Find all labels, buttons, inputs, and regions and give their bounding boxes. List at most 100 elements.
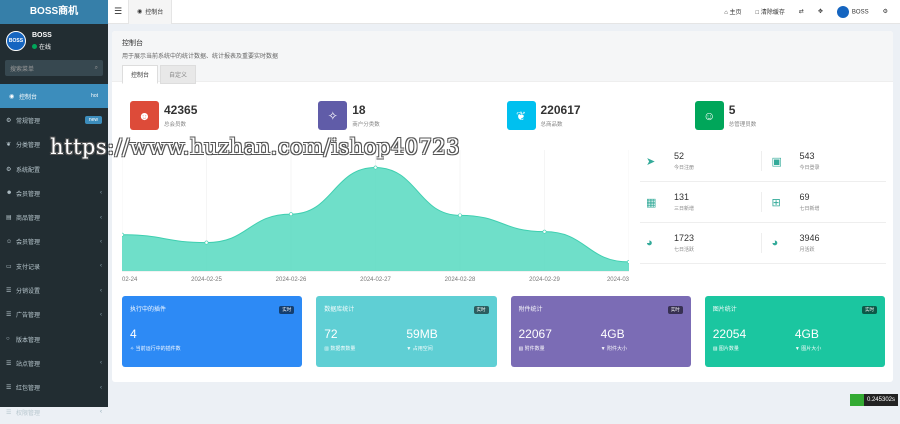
sidebar-item[interactable]: ○ 版本管理 [0, 327, 108, 351]
mini-value: 69 [799, 192, 810, 202]
card-title: 执行中的插件 [130, 307, 167, 313]
rocket-icon: ➤ [646, 155, 656, 168]
sidebar-item-label: 版本管理 [16, 337, 41, 344]
logo-icon [849, 394, 864, 406]
list-icon: ☰ [6, 385, 12, 392]
chevron-left-icon: ‹ [100, 384, 102, 391]
topbar: ☰ ◉ 控制台 ⌂ 主页 □ 清除缓存 ⇄ ✥ BOSS ⚙ [108, 0, 900, 24]
mini-value: 52 [674, 151, 685, 161]
sidebar-item[interactable]: ☻ 会员管理 ‹ [0, 181, 108, 205]
sidebar-item-label: 站点管理 [16, 361, 41, 368]
card-value: 4GB [600, 327, 625, 341]
page-subtitle: 用于展示当前系统中的统计数据、统计报表及重要实时数据 [122, 54, 279, 60]
mini-row: ◕ 1723 七日活跃 ◕ 3946 月活跃 [640, 223, 886, 264]
chevron-left-icon: ‹ [100, 238, 102, 245]
user-status: 在线 [32, 42, 52, 51]
sidebar-item[interactable]: ⚙ 系统配置 [0, 157, 108, 181]
main-panel: 控制台 用于展示当前系统中的统计数据、统计报表及重要实时数据 控制台 自定义 ☻… [112, 31, 893, 382]
card-value: 59MB [406, 327, 438, 341]
stat-value: 18 [352, 103, 366, 117]
shop-icon: ▤ [6, 215, 12, 222]
stat-box: ☻ 42365 总会员数 [130, 101, 318, 130]
user-panel: BOSS BOSS 在线 [0, 24, 108, 58]
data-point [204, 240, 209, 245]
sidebar-item[interactable]: ▭ 支付记录 ‹ [0, 254, 108, 278]
search-input[interactable]: 搜索菜单 ⌕ [5, 60, 103, 76]
page-title: 控制台 [122, 40, 143, 47]
brand-logo[interactable]: BOSS商机 [0, 0, 108, 24]
sidebar-item-label: 会员管理 [16, 191, 41, 198]
users-icon: ☻ [6, 190, 13, 197]
user-name: BOSS [32, 31, 52, 39]
mini-label: 今日注册 [674, 165, 695, 171]
calendar-icon: ▦ [646, 196, 657, 209]
dashboard-icon: ◉ [9, 93, 15, 100]
home-link[interactable]: ⌂ 主页 [724, 7, 741, 16]
sidebar-item[interactable]: ⚙ 常规管理 new [0, 108, 108, 132]
leaf-icon: ❦ [6, 142, 12, 149]
sidebar-item-label: 系统配置 [16, 167, 41, 174]
sidebar-item[interactable]: ☰ 分销设置 ‹ [0, 278, 108, 302]
mini-value: 1723 [674, 233, 695, 243]
tab-console[interactable]: 控制台 [122, 65, 159, 84]
x-tick-label: 2024-02-29 [529, 277, 560, 283]
data-point [627, 260, 629, 264]
mini-value: 131 [674, 192, 690, 202]
menu-toggle-icon[interactable]: ☰ [108, 6, 128, 17]
cogs-icon: ⚙ [6, 117, 12, 124]
avatar [836, 5, 849, 18]
sidebar-item-label: 会员管理 [16, 240, 41, 247]
card-label: ▥ 数据表数量 [324, 346, 356, 352]
card-label: ▧ 附件数量 [518, 346, 545, 352]
data-point [458, 213, 462, 218]
sidebar-item[interactable]: ☰ 红包管理 ‹ [0, 376, 108, 400]
mini-value: 543 [799, 151, 815, 161]
search-icon[interactable]: ⌕ [95, 65, 98, 72]
stat-value: 220617 [540, 103, 581, 117]
x-tick-label: 2024-02-27 [360, 277, 391, 283]
x-tick-label: 2024-02-28 [445, 277, 476, 283]
data-point [122, 232, 124, 237]
list-icon: ☰ [6, 409, 12, 416]
magic-icon: ✧ [318, 101, 348, 130]
list-icon: ☰ [6, 288, 12, 295]
sidebar-item[interactable]: ☰ 广告管理 ‹ [0, 303, 108, 327]
card-value: 22067 [518, 327, 552, 341]
fullscreen-icon[interactable]: ✥ [818, 8, 823, 15]
stat-value: 5 [728, 103, 736, 117]
sidebar-item[interactable]: ▤ 商品管理 ‹ [0, 205, 108, 229]
user-circle-icon: ◕ [771, 237, 779, 249]
stat-label: 商户分类数 [352, 122, 380, 128]
sidebar-item[interactable]: ☰ 权限管理 ‹ [0, 400, 108, 424]
tab-dashboard[interactable]: ◉ 控制台 [128, 0, 173, 24]
sidebar-menu: ◉ 控制台 hot ⚙ 常规管理 new ❦ 分类管理 ⚙ 系统配置 ☻ 会员管理 ‹ ▤ 商品管理 ‹ ☺ 会员… [0, 84, 108, 424]
sidebar-item[interactable]: ◉ 控制台 hot [0, 84, 108, 109]
stat-box: ☺ 5 总管理员数 [694, 101, 883, 130]
clear-cache-button[interactable]: □ 清除缓存 [756, 7, 785, 16]
x-tick-label: 02-24 [122, 277, 138, 283]
mini-value: 3946 [799, 233, 820, 243]
mini-label: 月活跃 [799, 247, 815, 253]
stat-box: ❦ 220617 总商品数 [506, 101, 695, 130]
card-value: 72 [324, 327, 338, 341]
card-label: ▼ 占用空间 [406, 346, 433, 352]
language-icon[interactable]: ⇄ [799, 8, 804, 15]
gear-icon: ⚙ [6, 166, 12, 173]
user-menu[interactable]: BOSS [836, 5, 869, 18]
sidebar-item[interactable]: ☰ 站点管理 ‹ [0, 351, 108, 375]
page-header: 控制台 用于展示当前系统中的统计数据、统计报表及重要实时数据 控制台 自定义 [112, 31, 893, 84]
data-point [289, 212, 293, 217]
leaf-icon: ❦ [506, 101, 536, 130]
mini-stat: ▣ 543 今日登录 [760, 151, 887, 171]
tab-custom[interactable]: 自定义 [160, 65, 197, 84]
sidebar-item[interactable]: ☺ 会员管理 ‹ [0, 230, 108, 254]
sidebar-item[interactable]: ❦ 分类管理 [0, 133, 108, 157]
info-cards: 执行中的插件 实时 4 ✧ 当前运行中的插件数 数据库统计 实时 72 ▥ 数据表数量 59MB… [122, 296, 885, 367]
chevron-left-icon: ‹ [100, 190, 102, 197]
card-label: ▨ 图片数量 [712, 346, 739, 352]
mini-label: 七日新增 [799, 206, 820, 212]
realtime-badge: 实时 [667, 306, 683, 314]
settings-icon[interactable]: ⚙ [883, 8, 888, 15]
stat-box: ✧ 18 商户分类数 [318, 101, 506, 130]
card-value: 22054 [712, 327, 747, 341]
